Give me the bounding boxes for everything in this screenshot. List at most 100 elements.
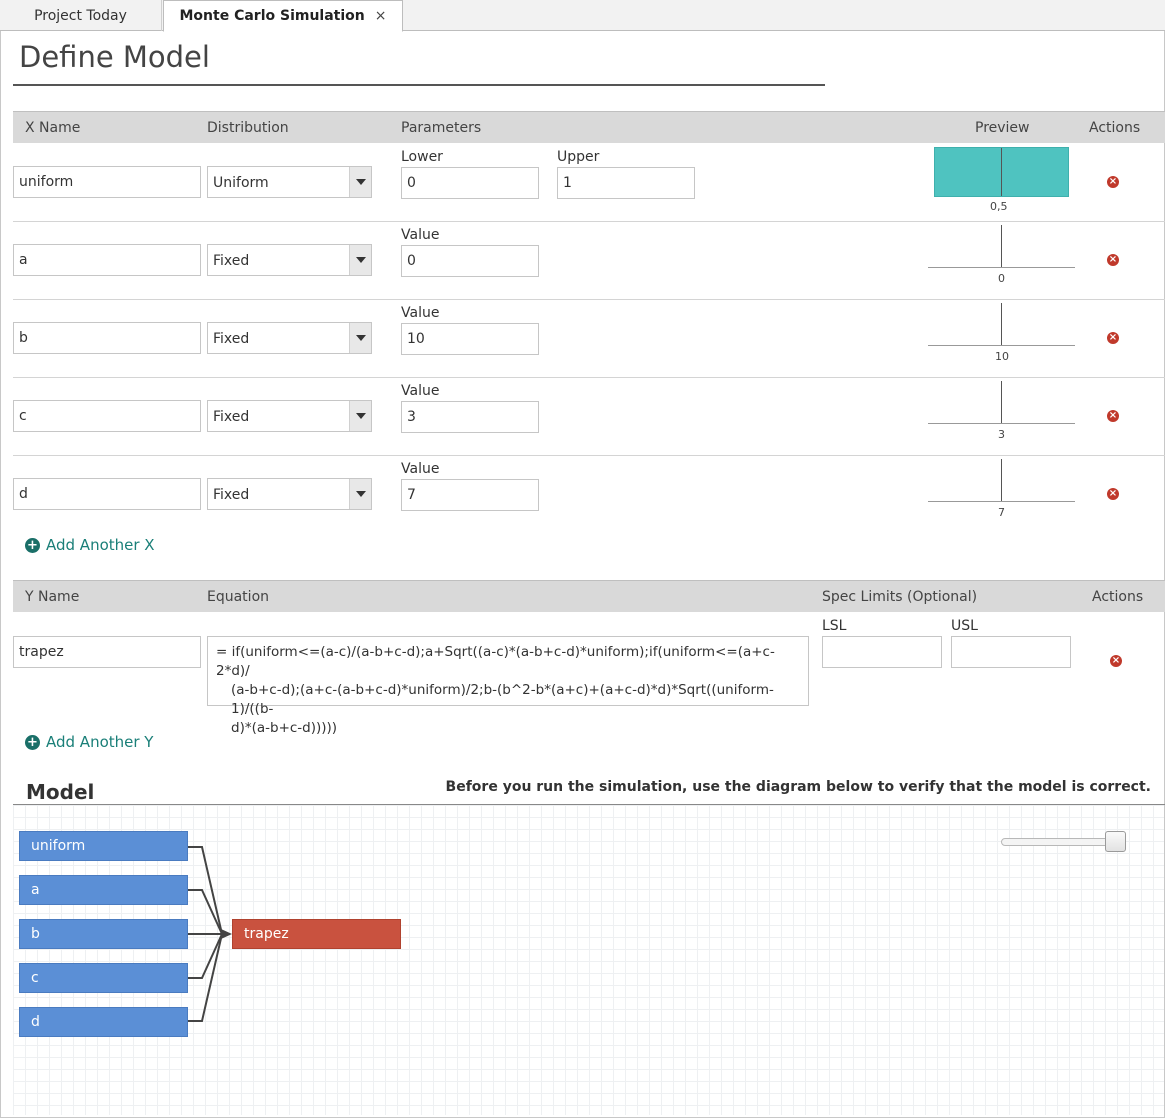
equation-line: d)*(a-b+c-d))))) [231,720,338,736]
param-label: Upper [557,149,600,165]
param-value-input[interactable]: 7 [401,479,539,511]
param-value-input[interactable]: 0 [401,245,539,277]
header-y-name: Y Name [25,589,80,605]
page-title: Define Model [19,40,210,74]
header-x-name: X Name [25,120,81,136]
tab-label: Project Today [34,7,127,24]
distribution-value: Fixed [213,331,250,347]
delete-icon[interactable]: × [1107,332,1119,344]
x-name-input[interactable]: b [13,322,201,354]
equation-line: (a-b+c-d);(a+c-(a-b+c-d)*uniform)/2;b-(b… [231,682,774,717]
param-upper-input[interactable]: 1 [557,167,695,199]
distribution-value: Fixed [213,409,250,425]
header-preview: Preview [975,120,1030,136]
chevron-down-icon[interactable] [349,479,371,509]
usl-label: USL [951,618,978,634]
zoom-slider[interactable] [1001,831,1126,852]
preview-fixed-line [1001,381,1002,424]
add-another-y-link[interactable]: + Add Another Y [25,733,153,751]
x-table-header: X Name Distribution Parameters Preview A… [13,111,1165,143]
param-lower-input[interactable]: 0 [401,167,539,199]
x-row: c Fixed Value 3 3 × [13,378,1165,456]
delete-icon[interactable]: × [1110,655,1122,667]
tab-monte-carlo-simulation[interactable]: Monte Carlo Simulation × [163,0,403,32]
title-divider [13,84,825,86]
distribution-preview [928,381,1075,425]
param-value-input[interactable]: 3 [401,401,539,433]
tab-bar: Project Today Monte Carlo Simulation × [0,0,1165,32]
model-note: Before you run the simulation, use the d… [445,779,1151,795]
param-label: Value [401,383,440,399]
chevron-down-icon[interactable] [349,401,371,431]
preview-axis [928,345,1075,346]
preview-median-line [1001,148,1002,196]
distribution-value: Fixed [213,487,250,503]
header-parameters: Parameters [401,120,482,136]
equation-line: = if(uniform<=(a-c)/(a-b+c-d);a+Sqrt((a-… [216,644,775,679]
param-label: Lower [401,149,443,165]
add-y-label: Add Another Y [46,733,154,751]
header-equation: Equation [207,589,270,605]
x-name-input[interactable]: d [13,478,201,510]
x-node-a[interactable]: a [19,875,188,905]
preview-fixed-line [1001,303,1002,346]
distribution-select[interactable]: Fixed [207,244,372,276]
y-node-trapez[interactable]: trapez [232,919,401,949]
close-icon[interactable]: × [375,8,387,24]
x-row: d Fixed Value 7 7 × [13,456,1165,534]
param-value-input[interactable]: 10 [401,323,539,355]
x-row: uniform Uniform Lower 0 Upper 1 0,5 × [13,144,1165,222]
distribution-value: Uniform [213,175,269,191]
slider-thumb[interactable] [1105,831,1126,852]
x-node-d[interactable]: d [19,1007,188,1037]
x-node-b[interactable]: b [19,919,188,949]
distribution-select[interactable]: Fixed [207,400,372,432]
chevron-down-icon[interactable] [349,167,371,197]
tab-project-today[interactable]: Project Today [0,0,162,31]
delete-icon[interactable]: × [1107,410,1119,422]
param-label: Value [401,227,440,243]
preview-axis [928,423,1075,424]
header-spec-limits: Spec Limits (Optional) [822,589,978,605]
header-distribution: Distribution [207,120,289,136]
plus-circle-icon: + [25,537,40,553]
tab-label: Monte Carlo Simulation [179,8,365,24]
y-name-input[interactable]: trapez [13,636,201,668]
x-name-input[interactable]: c [13,400,201,432]
preview-axis [928,501,1075,502]
lsl-input[interactable] [822,636,942,668]
delete-icon[interactable]: × [1107,254,1119,266]
distribution-select[interactable]: Fixed [207,478,372,510]
y-table-header: Y Name Equation Spec Limits (Optional) A… [13,580,1165,612]
x-row: a Fixed Value 0 0 × [13,222,1165,300]
distribution-select[interactable]: Uniform [207,166,372,198]
distribution-select[interactable]: Fixed [207,322,372,354]
preview-label: 0 [998,272,1005,285]
x-name-input[interactable]: a [13,244,201,276]
distribution-value: Fixed [213,253,250,269]
chevron-down-icon[interactable] [349,245,371,275]
plus-circle-icon: + [25,734,40,750]
x-name-input[interactable]: uniform [13,166,201,198]
preview-label: 3 [998,428,1005,441]
x-node-uniform[interactable]: uniform [19,831,188,861]
x-node-c[interactable]: c [19,963,188,993]
param-label: Value [401,461,440,477]
chevron-down-icon[interactable] [349,323,371,353]
equation-textarea[interactable]: = if(uniform<=(a-c)/(a-b+c-d);a+Sqrt((a-… [207,636,809,736]
delete-icon[interactable]: × [1107,488,1119,500]
distribution-preview [934,147,1069,197]
distribution-preview [928,225,1075,269]
distribution-preview [928,303,1075,347]
preview-label: 0,5 [990,200,1008,213]
delete-icon[interactable]: × [1107,176,1119,188]
add-another-x-link[interactable]: + Add Another X [25,536,155,554]
preview-axis [928,267,1075,268]
x-row: b Fixed Value 10 10 × [13,300,1165,378]
header-actions: Actions [1089,120,1141,136]
param-label: Value [401,305,440,321]
usl-input[interactable] [951,636,1071,668]
slider-track[interactable] [1001,838,1111,846]
lsl-label: LSL [822,618,847,634]
preview-label: 10 [995,350,1009,363]
